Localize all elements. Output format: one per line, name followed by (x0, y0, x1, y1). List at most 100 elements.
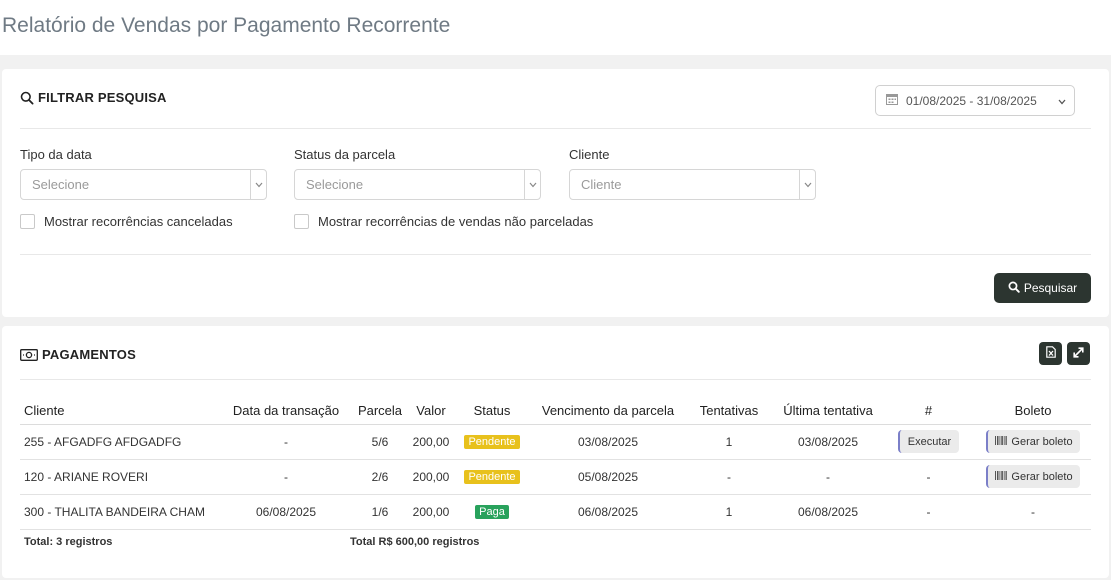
cell-acao: - (882, 459, 975, 495)
executar-button[interactable]: Executar (897, 430, 960, 453)
col-tentativas: Tentativas (684, 397, 774, 425)
cell-cliente: 120 - ARIANE ROVERI (20, 459, 222, 495)
cell-boleto: - (975, 494, 1091, 530)
gerar-boleto-label: Gerar boleto (1011, 470, 1073, 483)
excel-export-button[interactable] (1039, 342, 1062, 365)
page-title: Relatório de Vendas por Pagamento Recorr… (2, 14, 451, 37)
payments-divider (20, 379, 1091, 380)
tipo-data-placeholder: Selecione (32, 177, 90, 192)
chevron-down-icon (250, 170, 266, 199)
filter-title-text: FILTRAR PESQUISA (38, 90, 167, 105)
payments-title-text: PAGAMENTOS (42, 347, 136, 362)
table-row: 255 - AFGADFG AFDGADFG - 5/6 200,00 Pend… (20, 424, 1091, 460)
expand-button[interactable] (1067, 342, 1090, 365)
col-vencimento: Vencimento da parcela (532, 397, 684, 425)
cell-status: Pendente (452, 424, 532, 460)
status-badge: Pendente (464, 435, 520, 449)
col-boleto: Boleto (975, 397, 1091, 425)
cell-data: 06/08/2025 (222, 494, 350, 530)
chevron-down-icon (1058, 94, 1066, 108)
cell-data: - (222, 424, 350, 460)
cell-tentativas: - (684, 459, 774, 495)
col-ultima-tentativa: Última tentativa (774, 397, 882, 425)
cell-parcela: 5/6 (350, 424, 410, 460)
col-valor: Valor (410, 397, 452, 425)
excel-export-icon (1045, 345, 1056, 363)
table-row: 300 - THALITA BANDEIRA CHAM 06/08/2025 1… (20, 494, 1091, 530)
table-footer-row: Total: 3 registros Total R$ 600,00 regis… (20, 529, 1091, 555)
cell-tentativas: 1 (684, 494, 774, 530)
total-valor: Total R$ 600,00 registros (350, 536, 480, 549)
filter-panel: FILTRAR PESQUISA 01/08/2025 - 31/08/2025… (2, 69, 1109, 317)
check-canceladas[interactable] (20, 214, 35, 229)
status-badge: Pendente (464, 470, 520, 484)
cell-valor: 200,00 (410, 494, 452, 530)
cell-valor: 200,00 (410, 459, 452, 495)
check-nao-parceladas-row[interactable]: Mostrar recorrências de vendas não parce… (294, 214, 593, 229)
status-parcela-select[interactable]: Selecione (294, 169, 541, 200)
check-nao-parceladas[interactable] (294, 214, 309, 229)
col-cliente: Cliente (20, 397, 222, 425)
search-icon (20, 91, 34, 105)
calendar-icon (886, 93, 898, 108)
cell-valor: 200,00 (410, 424, 452, 460)
cliente-label: Cliente (569, 147, 610, 162)
cell-acao: Executar (882, 424, 975, 460)
col-data-transacao: Data da transação (222, 397, 350, 425)
search-button[interactable]: Pesquisar (994, 273, 1091, 303)
date-range-value: 01/08/2025 - 31/08/2025 (906, 93, 1037, 108)
status-badge: Paga (475, 505, 509, 519)
cell-data: - (222, 459, 350, 495)
filter-divider-top (20, 128, 1091, 129)
check-nao-parceladas-label: Mostrar recorrências de vendas não parce… (318, 214, 594, 229)
barcode-icon (995, 435, 1008, 448)
chevron-down-icon (524, 170, 540, 199)
total-registros: Total: 3 registros (24, 536, 113, 549)
filter-panel-title: FILTRAR PESQUISA (20, 90, 167, 105)
cell-acao: - (882, 494, 975, 530)
status-parcela-placeholder: Selecione (306, 177, 364, 192)
cliente-placeholder: Cliente (581, 177, 622, 192)
cell-ultima: 03/08/2025 (774, 424, 882, 460)
table-row: 120 - ARIANE ROVERI - 2/6 200,00 Pendent… (20, 459, 1091, 495)
tipo-data-label: Tipo da data (20, 147, 92, 162)
cell-ultima: - (774, 459, 882, 495)
filter-divider-bottom (20, 254, 1091, 255)
cell-vencimento: 03/08/2025 (532, 424, 684, 460)
gerar-boleto-button[interactable]: Gerar boleto (986, 465, 1080, 488)
cell-boleto: Gerar boleto (975, 459, 1091, 495)
cell-boleto: Gerar boleto (975, 424, 1091, 460)
col-acao: # (882, 397, 975, 425)
payments-panel: PAGAMENTOS Cliente Data da transação Par… (2, 326, 1109, 578)
col-status: Status (452, 397, 532, 425)
gerar-boleto-button[interactable]: Gerar boleto (986, 430, 1080, 453)
status-parcela-label: Status da parcela (294, 147, 396, 162)
payments-panel-title: PAGAMENTOS (20, 347, 136, 362)
col-parcela: Parcela (350, 397, 410, 425)
expand-icon (1073, 345, 1084, 363)
cliente-select[interactable]: Cliente (569, 169, 816, 200)
cell-parcela: 1/6 (350, 494, 410, 530)
table-header-row: Cliente Data da transação Parcela Valor … (20, 397, 1091, 425)
gerar-boleto-label: Gerar boleto (1011, 435, 1073, 448)
search-button-label: Pesquisar (1023, 281, 1078, 295)
cell-cliente: 300 - THALITA BANDEIRA CHAM (20, 494, 222, 530)
check-canceladas-label: Mostrar recorrências canceladas (44, 214, 233, 229)
page-header: Relatório de Vendas por Pagamento Recorr… (0, 0, 1111, 55)
barcode-icon (995, 470, 1008, 483)
search-icon (1008, 281, 1020, 296)
payments-table: Cliente Data da transação Parcela Valor … (20, 397, 1091, 555)
cell-cliente: 255 - AFGADFG AFDGADFG (20, 424, 222, 460)
cell-tentativas: 1 (684, 424, 774, 460)
cell-ultima: 06/08/2025 (774, 494, 882, 530)
cell-status: Pendente (452, 459, 532, 495)
cell-status: Paga (452, 494, 532, 530)
cell-vencimento: 06/08/2025 (532, 494, 684, 530)
cell-parcela: 2/6 (350, 459, 410, 495)
footer-spacer (684, 529, 1091, 555)
date-range-picker[interactable]: 01/08/2025 - 31/08/2025 (875, 85, 1075, 116)
check-canceladas-row[interactable]: Mostrar recorrências canceladas (20, 214, 233, 229)
tipo-data-select[interactable]: Selecione (20, 169, 267, 200)
chevron-down-icon (799, 170, 815, 199)
money-icon (20, 348, 38, 361)
